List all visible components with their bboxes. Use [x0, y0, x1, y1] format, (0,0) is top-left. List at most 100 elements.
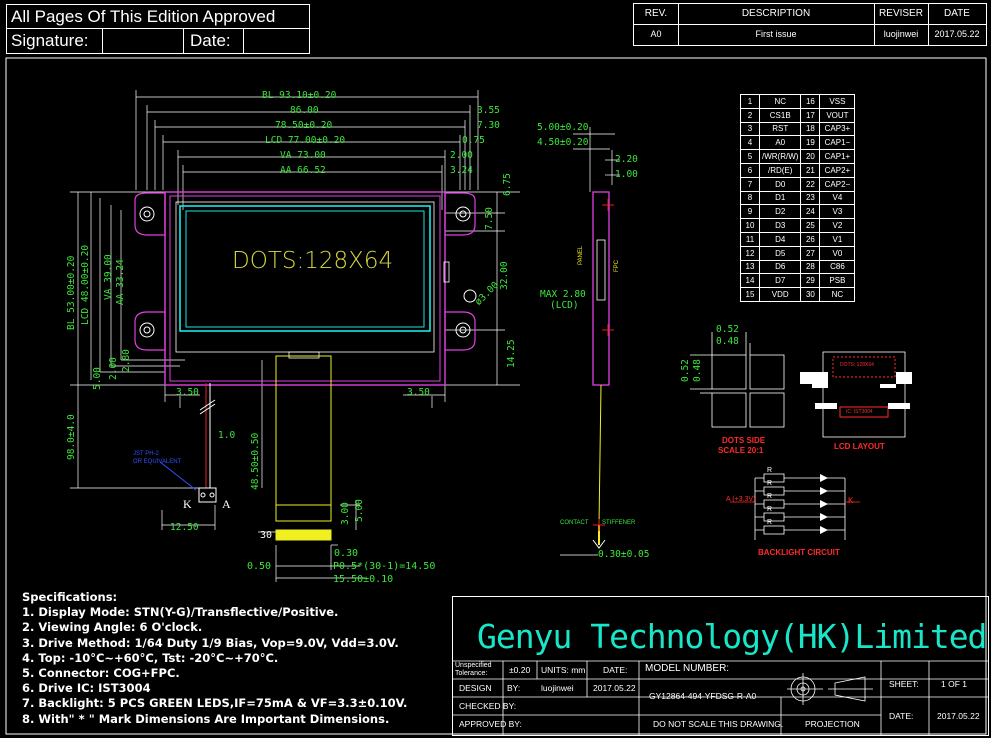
unspecified-label: Unspecified Tolerance:: [455, 662, 492, 677]
dim-675: 6.75: [502, 173, 513, 196]
pin-cell: VSS: [819, 94, 856, 109]
pin-cell: 18: [800, 121, 821, 137]
side-view: [560, 127, 620, 556]
projection-label: PROJECTION: [805, 719, 860, 729]
dim-7850: 78.50±0.20: [275, 120, 333, 131]
design-by: BY:: [507, 683, 521, 693]
side-dim-220: 2.20: [615, 154, 638, 165]
backlight-circuit: [730, 473, 860, 540]
layout-dots-label: DOTS: 128X64: [840, 362, 874, 368]
pin-cell: 26: [800, 231, 821, 247]
pin-row: 13 D6 28 C86: [740, 259, 856, 275]
contact-label: CONTACT: [560, 520, 589, 526]
pin-cell: CAP2+: [819, 162, 856, 178]
pin-cell: 13: [740, 259, 760, 275]
pin-cell: 27: [800, 245, 821, 261]
layout-ic-label: IC: IST3004: [846, 409, 873, 415]
fpc-pitch: P0.5*(30-1)=14.50: [333, 561, 436, 572]
pin-row: 10 D3 25 V2: [740, 218, 856, 233]
pin-cell: VDD: [758, 287, 802, 302]
pin-cell: 7: [740, 176, 760, 192]
pin-cell: CAP2−: [819, 176, 856, 192]
pin-cell: VOUT: [819, 107, 856, 123]
pin-cell: NC: [758, 94, 802, 109]
checked-by: CHECKED BY:: [459, 701, 517, 711]
pin-cell: /WR(R/W): [758, 149, 802, 164]
pin-cell: 2: [740, 107, 760, 123]
panel-label: PANEL: [578, 245, 584, 265]
date-header-tb: DATE:: [603, 665, 628, 675]
pin-cell: CS1B: [758, 107, 802, 123]
pin-cell: A0: [758, 135, 802, 151]
pin-cell: C86: [819, 259, 856, 275]
pin-cell: V4: [819, 190, 856, 206]
pin-row: 3 RST 18 CAP3+: [740, 121, 856, 137]
spec-line: 5. Connector: COG+FPC.: [22, 666, 180, 681]
resistor-label: R: [767, 493, 773, 500]
pin-cell: 4: [740, 135, 760, 151]
pin-cell: CAP1+: [819, 149, 856, 164]
tolerance-value: ±0.20: [509, 665, 531, 675]
dots-dim-048-top: 0.48: [716, 336, 739, 347]
pin-cell: 3: [740, 121, 760, 137]
no-scale-note: DO NOT SCALE THIS DRAWING.: [653, 719, 784, 729]
pin-row: 8 D1 23 V4: [740, 190, 856, 206]
pin-cell: 9: [740, 204, 760, 220]
spec-title: Specifications:: [22, 590, 118, 604]
pin-cell: 5: [740, 149, 760, 164]
jst-label: JST PH-2: [133, 451, 159, 457]
pin-cell: 10: [740, 218, 760, 233]
k-label: K: [183, 497, 192, 511]
pin-cell: CAP1−: [819, 135, 856, 151]
pin-cell: D1: [758, 190, 802, 206]
spec-line: 2. Viewing Angle: 6 O'clock.: [22, 620, 203, 635]
model-number: GY12864-494-YFDSG-R-A0: [649, 691, 757, 701]
fpc-050: 0.50: [247, 561, 272, 572]
pin-cell: V0: [819, 245, 856, 261]
dim-355: 3.55: [477, 105, 500, 116]
pin-cell: 22: [800, 176, 821, 192]
pin-cell: D0: [758, 176, 802, 192]
pin-cell: PSB: [819, 273, 856, 289]
pin-cell: 19: [800, 135, 821, 151]
pin-row: 4 A0 19 CAP1−: [740, 135, 856, 151]
dots-dim-052-side: 0.52: [680, 359, 691, 382]
units-label: UNITS: mm: [541, 665, 586, 675]
dim-fpc-length: 48.50±0.50: [250, 432, 261, 490]
design-date: 2017.05.22: [593, 683, 636, 693]
pin-cell: /RD(E): [758, 162, 802, 178]
side-dim-450: 4.50±0.20: [537, 137, 589, 148]
pin-row: 2 CS1B 17 VOUT: [740, 107, 856, 123]
pin-row: 6/RD(E) 21 CAP2+: [740, 162, 856, 178]
dim-500: 5.00: [354, 499, 365, 522]
dim-va-width: VA 73.00: [280, 150, 326, 161]
pin-cell: 8: [740, 190, 760, 206]
pin-cell: 11: [740, 231, 760, 247]
dim-750: 7.50: [484, 207, 495, 230]
pin-cell: D3: [758, 218, 802, 233]
pin-cell: 17: [800, 107, 821, 123]
backlight-k: K: [848, 496, 854, 505]
resistor-label: R: [767, 519, 773, 526]
fpc-width: 15.50±0.10: [333, 574, 394, 585]
dim-1250: 12.50: [170, 522, 199, 533]
pin-cell: D6: [758, 259, 802, 275]
equivalent-label: OR EQUIVALENT: [133, 459, 182, 465]
side-dim-lcd: (LCD): [550, 300, 579, 311]
pin-cell: 15: [740, 287, 760, 302]
pin-cell: D7: [758, 273, 802, 289]
pin-cell: V1: [819, 231, 856, 247]
dim-280: 2.80: [121, 349, 132, 372]
spec-line: 3. Drive Method: 1/64 Duty 1/9 Bias, Vop…: [22, 635, 399, 650]
dots-side-scale: SCALE 20:1: [718, 446, 764, 455]
sheet-value: 1 OF 1: [941, 679, 967, 689]
dots-dim-052-top: 0.52: [716, 324, 739, 335]
spec-line: 6. Drive IC: IST3004: [22, 681, 151, 696]
pin-row: 5/WR(R/W) 20 CAP1+: [740, 149, 856, 164]
pin-cell: 12: [740, 245, 760, 261]
pin-cell: RST: [758, 121, 802, 137]
dim-cable-length: 98.0±4.0: [66, 414, 77, 460]
specifications: Specifications: 1. Display Mode: STN(Y-G…: [22, 590, 407, 727]
pin-cell: D5: [758, 245, 802, 261]
dots-dim-048-side: 0.48: [692, 359, 703, 382]
